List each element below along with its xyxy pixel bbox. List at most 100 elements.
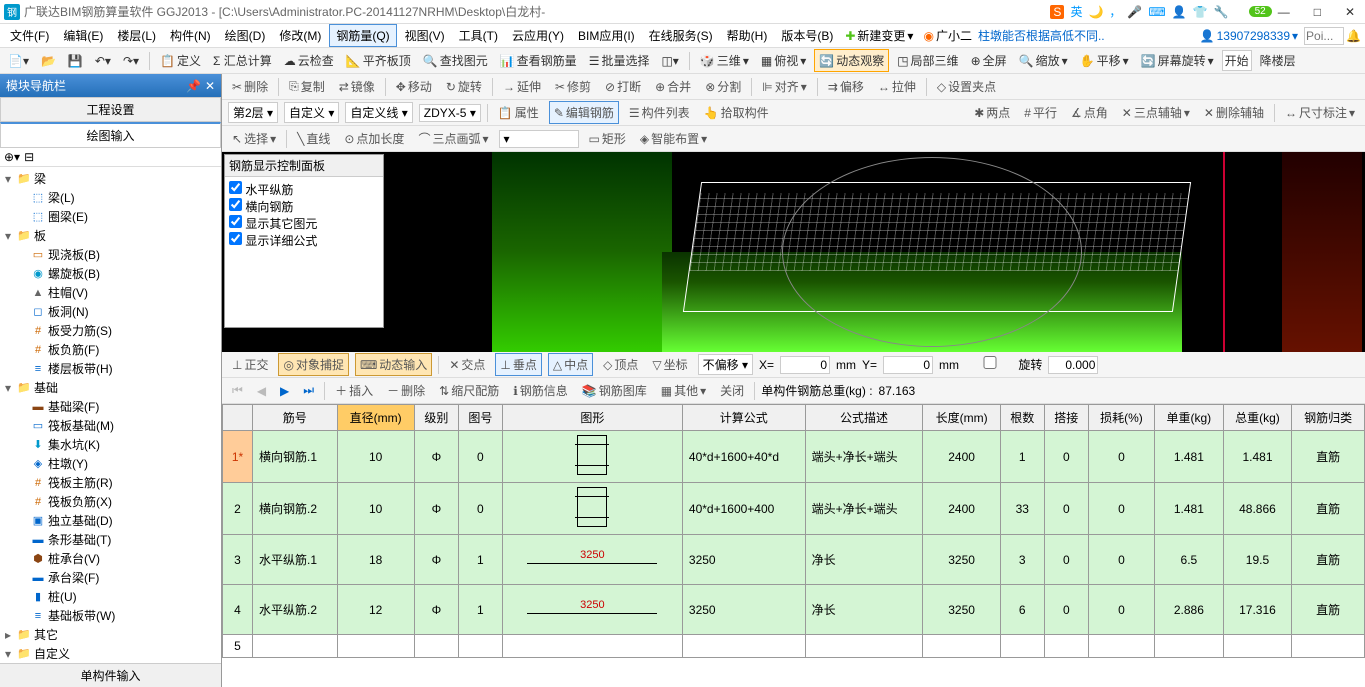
user-button[interactable]: ◉广小二: [919, 25, 976, 46]
col-header[interactable]: 计算公式: [682, 405, 805, 431]
search-input[interactable]: [1304, 27, 1344, 45]
person-icon[interactable]: 👤: [1172, 5, 1187, 19]
type-combo[interactable]: 自定义线 ▾: [345, 102, 412, 123]
select-button[interactable]: ↖选择▾: [228, 128, 280, 149]
topview-button[interactable]: ▦俯视▾: [757, 50, 810, 71]
insert-button[interactable]: ＋插入: [331, 380, 377, 401]
tree-zhudun[interactable]: ◈柱墩(Y): [2, 454, 219, 473]
chk-horiz[interactable]: 水平纵筋: [229, 181, 379, 198]
pan-button[interactable]: ✋平移▾: [1076, 50, 1133, 71]
tree-luoxuan[interactable]: ◉螺旋板(B): [2, 264, 219, 283]
inter-button[interactable]: ✕交点: [445, 354, 489, 375]
open-icon[interactable]: 📂: [37, 52, 60, 70]
menu-bim[interactable]: BIM应用(I): [572, 25, 641, 46]
rotate-button[interactable]: ↻旋转: [442, 76, 486, 97]
col-header[interactable]: 筋号: [253, 405, 338, 431]
wrench-icon[interactable]: 🔧: [1214, 5, 1229, 19]
tree-qita[interactable]: ▸📁其它: [2, 625, 219, 644]
mic-icon[interactable]: 🎤: [1127, 5, 1142, 19]
cloud-check-button[interactable]: ☁云检查: [280, 50, 338, 71]
zoom-button[interactable]: 🔍缩放▾: [1015, 50, 1072, 71]
tree-zhumao[interactable]: ▲柱帽(V): [2, 283, 219, 302]
close-button[interactable]: ✕: [1339, 5, 1361, 19]
offset-combo[interactable]: 不偏移 ▾: [698, 354, 753, 375]
chk-trans[interactable]: 横向钢筋: [229, 198, 379, 215]
sidebar-footer[interactable]: 单构件输入: [0, 663, 221, 687]
perp-button[interactable]: ⊥垂点: [495, 353, 541, 376]
layer-icon[interactable]: ◫▾: [657, 52, 682, 70]
extend-button[interactable]: →延伸: [499, 76, 545, 97]
three-point-button[interactable]: ✕三点辅轴▾: [1118, 102, 1194, 123]
new-change-button[interactable]: ✚新建变更 ▾: [841, 25, 917, 46]
menu-modify[interactable]: 修改(M): [273, 25, 327, 46]
two-point-button[interactable]: ✱两点: [970, 102, 1014, 123]
split-button[interactable]: ⊗分割: [701, 76, 745, 97]
col-header[interactable]: 直径(mm): [337, 405, 414, 431]
account-button[interactable]: 👤13907298339 ▾: [1196, 27, 1302, 45]
chk-other[interactable]: 显示其它图元: [229, 215, 379, 232]
osnap-button[interactable]: ◎对象捕捉: [278, 353, 349, 376]
batch-button[interactable]: ☰批量选择: [585, 50, 654, 71]
save-icon[interactable]: 💾: [64, 52, 87, 70]
offset-button[interactable]: ⇉偏移: [824, 76, 868, 97]
menu-help[interactable]: 帮助(H): [721, 25, 774, 46]
start-dropdown[interactable]: 开始: [1222, 50, 1252, 71]
col-header[interactable]: 根数: [1000, 405, 1044, 431]
tree-xianjiao[interactable]: ▭现浇板(B): [2, 245, 219, 264]
y-input[interactable]: [883, 356, 933, 374]
mid-button[interactable]: △中点: [548, 353, 593, 376]
parallel-button[interactable]: #平行: [1020, 102, 1061, 123]
tree-chengtailiang[interactable]: ▬承台梁(F): [2, 568, 219, 587]
dynamic-view-button[interactable]: 🔄动态观察: [814, 49, 889, 72]
pick-button[interactable]: 👆拾取构件: [700, 102, 773, 123]
trim-button[interactable]: ✂修剪: [551, 76, 595, 97]
move-button[interactable]: ✥移动: [392, 76, 436, 97]
col-header[interactable]: 单重(kg): [1155, 405, 1224, 431]
ortho-button[interactable]: ⊥正交: [228, 354, 272, 375]
expand-icon[interactable]: ⊕▾: [4, 150, 20, 164]
menu-view[interactable]: 视图(V): [399, 25, 451, 46]
grip-button[interactable]: ◇设置夹点: [933, 76, 1000, 97]
menu-rebar[interactable]: 钢筋量(Q): [329, 24, 396, 47]
nav-prev-icon[interactable]: ◀: [253, 382, 270, 400]
menu-edit[interactable]: 编辑(E): [57, 25, 109, 46]
new-icon[interactable]: 📄▾: [4, 52, 33, 70]
tree-jichubandai[interactable]: ≡基础板带(W): [2, 606, 219, 625]
break-button[interactable]: ⊘打断: [601, 76, 645, 97]
define-button[interactable]: 📋定义: [156, 50, 205, 71]
section-project[interactable]: 工程设置: [0, 97, 221, 122]
dyn-input-button[interactable]: ⌨动态输入: [355, 353, 432, 376]
col-header[interactable]: 搭接: [1044, 405, 1088, 431]
fullscreen-button[interactable]: ⊕全屏: [967, 50, 1011, 71]
menu-floor[interactable]: 楼层(L): [111, 25, 162, 46]
rect-button[interactable]: ▭矩形: [585, 128, 630, 149]
col-header[interactable]: 图形: [502, 405, 682, 431]
merge-button[interactable]: ⊕合并: [651, 76, 695, 97]
col-header[interactable]: 长度(mm): [923, 405, 1000, 431]
cat-combo[interactable]: 自定义 ▾: [284, 102, 339, 123]
name-combo[interactable]: ZDYX-5 ▾: [419, 104, 481, 122]
tree-faben[interactable]: ▭筏板基础(M): [2, 416, 219, 435]
tree-liang-l[interactable]: ⬚梁(L): [2, 188, 219, 207]
shirt-icon[interactable]: 👕: [1193, 5, 1208, 19]
tree-fabenzhu[interactable]: #筏板主筋(R): [2, 473, 219, 492]
nav-next-icon[interactable]: ▶: [276, 382, 293, 400]
floor-combo[interactable]: 第2层 ▾: [228, 102, 278, 123]
near-button[interactable]: ▽坐标: [648, 354, 691, 375]
col-header[interactable]: 损耗(%): [1088, 405, 1154, 431]
scale-button[interactable]: ⇅缩尺配筋: [435, 380, 503, 401]
tree-jishuikeng[interactable]: ⬇集水坑(K): [2, 435, 219, 454]
rot-check[interactable]: 旋转: [965, 356, 1042, 373]
lib-button[interactable]: 📚钢筋图库: [578, 380, 651, 401]
pin-icon[interactable]: 📌: [186, 79, 201, 93]
edit-rebar-button[interactable]: ✎编辑钢筋: [549, 101, 619, 124]
menu-online[interactable]: 在线服务(S): [643, 25, 719, 46]
tree-quanliang[interactable]: ⬚圈梁(E): [2, 207, 219, 226]
section-draw[interactable]: 绘图输入: [0, 122, 221, 148]
col-header[interactable]: 公式描述: [805, 405, 923, 431]
other-button[interactable]: ▦其他▾: [657, 380, 710, 401]
tree-jichu[interactable]: ▾📁基础: [2, 378, 219, 397]
angle-button[interactable]: ∡点角: [1067, 102, 1112, 123]
align-button[interactable]: ⊫对齐▾: [758, 76, 811, 97]
chk-detail[interactable]: 显示详细公式: [229, 232, 379, 249]
